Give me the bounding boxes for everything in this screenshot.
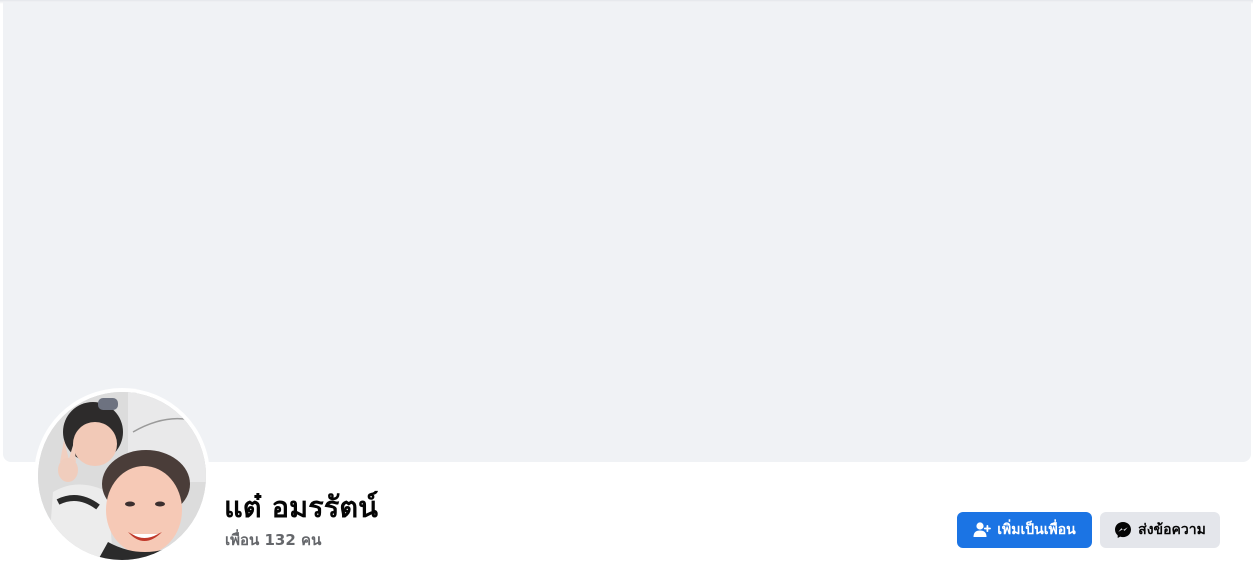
- add-friend-icon: [973, 521, 992, 539]
- profile-picture-frame[interactable]: [34, 388, 210, 564]
- friends-count-link[interactable]: เพื่อน 132 คน: [225, 528, 321, 552]
- profile-name: แต๋ อมรรัตน์: [224, 490, 378, 524]
- profile-picture[interactable]: [38, 392, 206, 560]
- add-friend-label: เพิ่มเป็นเพื่อน: [997, 522, 1076, 538]
- profile-page: แต๋ อมรรัตน์ เพื่อน 132 คน เพิ่มเป็นเพื่…: [0, 0, 1253, 579]
- cover-photo[interactable]: [3, 2, 1251, 462]
- send-message-button[interactable]: ส่งข้อความ: [1100, 512, 1220, 548]
- add-friend-button[interactable]: เพิ่มเป็นเพื่อน: [957, 512, 1092, 548]
- profile-photo-image: [38, 392, 206, 560]
- send-message-label: ส่งข้อความ: [1138, 522, 1206, 538]
- messenger-icon: [1114, 521, 1132, 539]
